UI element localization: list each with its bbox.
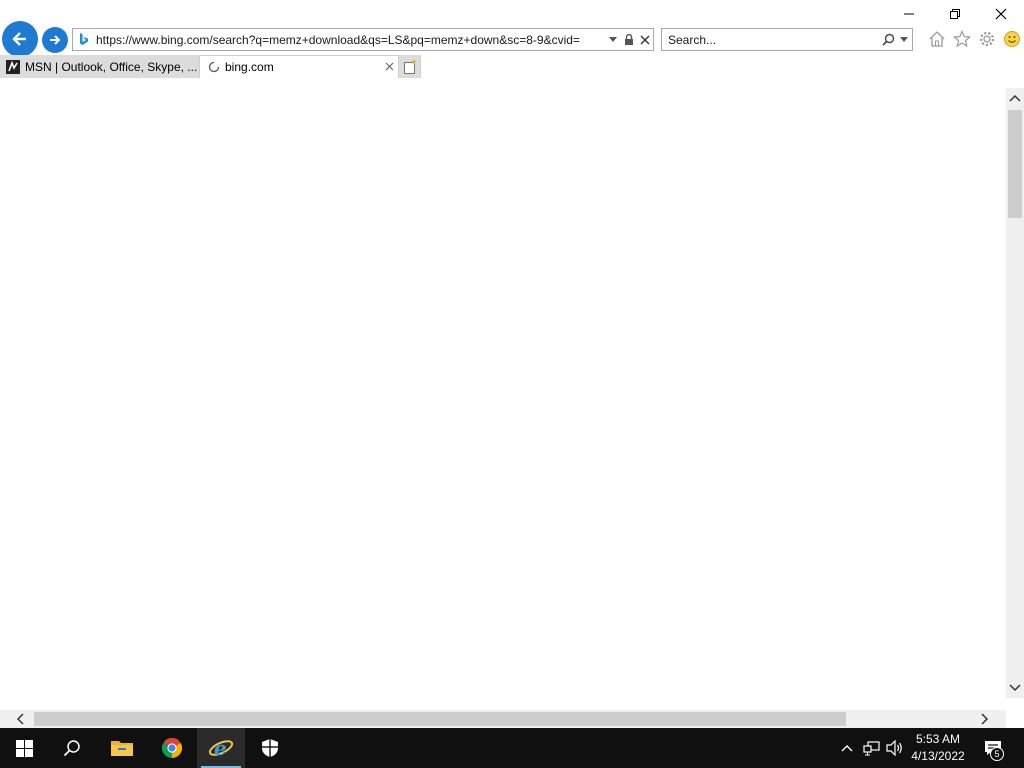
network-button[interactable] — [860, 728, 882, 768]
search-box[interactable]: Search... — [661, 28, 913, 51]
show-hidden-icons-button[interactable] — [838, 728, 856, 768]
scroll-up-button[interactable] — [1006, 88, 1024, 108]
restore-icon — [950, 9, 960, 19]
search-input[interactable]: Search... — [662, 33, 880, 47]
windows-start-icon — [15, 739, 33, 757]
taskbar-windows-security[interactable] — [246, 728, 294, 768]
home-icon — [929, 31, 944, 47]
chevron-down-icon — [900, 36, 908, 42]
scroll-down-button[interactable] — [1006, 678, 1024, 698]
tools-button[interactable] — [974, 28, 999, 50]
close-icon — [995, 8, 1007, 20]
back-button[interactable] — [2, 21, 38, 57]
scroll-left-button[interactable] — [10, 710, 30, 728]
taskbar-search-button[interactable] — [48, 728, 96, 768]
volume-button[interactable] — [884, 728, 906, 768]
address-dropdown-button[interactable] — [605, 29, 621, 50]
clock-date: 4/13/2022 — [911, 749, 965, 763]
tab-strip: MSN | Outlook, Office, Skype, ... bing.c… — [0, 55, 421, 78]
window-caption-buttons — [886, 0, 1024, 28]
tab-msn[interactable]: MSN | Outlook, Office, Skype, ... — [0, 55, 200, 78]
vertical-scrollbar[interactable] — [1006, 88, 1024, 698]
star-icon — [952, 30, 971, 48]
new-tab-icon — [403, 58, 417, 74]
stop-button[interactable] — [637, 29, 653, 50]
minimize-button[interactable] — [886, 0, 932, 28]
close-icon — [640, 35, 650, 44]
speaker-icon — [886, 740, 902, 756]
feedback-button[interactable] — [999, 28, 1024, 50]
taskbar: e 5:53 AM 4/13/2022 — [0, 728, 1024, 768]
folder-icon — [111, 741, 133, 756]
tab-label: MSN | Outlook, Office, Skype, ... — [25, 59, 198, 74]
lock-icon — [625, 33, 633, 45]
security-lock-button[interactable] — [621, 29, 637, 50]
notification-count-badge: 5 — [990, 747, 1004, 761]
restore-button[interactable] — [932, 0, 978, 28]
page-content — [0, 78, 1006, 712]
tab-bing[interactable]: bing.com — [200, 55, 399, 78]
tab-label: bing.com — [225, 60, 274, 74]
chevron-left-icon — [16, 713, 24, 725]
svg-text:e: e — [214, 736, 227, 760]
clock-time: 5:53 AM — [915, 732, 961, 746]
search-icon — [881, 33, 894, 46]
shield-icon — [262, 739, 278, 757]
bing-favicon-icon — [73, 29, 95, 50]
close-icon — [385, 62, 393, 71]
address-bar[interactable]: https://www.bing.com/search?q=memz+downl… — [72, 28, 654, 51]
horizontal-scrollbar[interactable] — [0, 710, 1006, 728]
arrow-left-icon — [12, 32, 26, 46]
chevron-down-icon — [1009, 684, 1021, 692]
arrow-right-icon — [50, 35, 61, 45]
chevron-right-icon — [981, 713, 989, 725]
taskbar-chrome[interactable] — [148, 728, 196, 768]
loading-spinner-icon — [208, 61, 220, 73]
start-button[interactable] — [0, 728, 48, 768]
chevron-down-icon — [609, 36, 617, 42]
smiley-icon — [1003, 31, 1020, 47]
network-icon — [862, 740, 880, 755]
chevron-up-icon — [1009, 94, 1021, 102]
gear-icon — [979, 31, 994, 47]
forward-button[interactable] — [42, 27, 68, 53]
search-button[interactable] — [880, 29, 896, 50]
new-tab-button[interactable] — [399, 55, 421, 78]
minimize-icon — [904, 13, 914, 15]
command-icons — [924, 28, 1024, 50]
ie-window: https://www.bing.com/search?q=memz+downl… — [0, 0, 1024, 728]
chevron-up-icon — [841, 745, 853, 752]
scroll-right-button[interactable] — [975, 710, 995, 728]
search-dropdown-button[interactable] — [896, 29, 912, 50]
msn-icon — [6, 59, 20, 74]
taskbar-file-explorer[interactable] — [98, 728, 146, 768]
close-tab-button[interactable] — [380, 60, 398, 74]
vertical-scroll-thumb[interactable] — [1008, 110, 1022, 218]
home-button[interactable] — [924, 28, 949, 50]
chrome-icon — [161, 737, 183, 759]
search-icon — [63, 740, 80, 757]
favorites-button[interactable] — [949, 28, 974, 50]
horizontal-scroll-thumb[interactable] — [34, 712, 846, 726]
address-url[interactable]: https://www.bing.com/search?q=memz+downl… — [95, 33, 605, 47]
ie-icon: e — [208, 736, 234, 760]
close-window-button[interactable] — [978, 0, 1024, 28]
system-clock[interactable]: 5:53 AM 4/13/2022 — [905, 731, 971, 765]
taskbar-internet-explorer[interactable]: e — [197, 728, 245, 768]
